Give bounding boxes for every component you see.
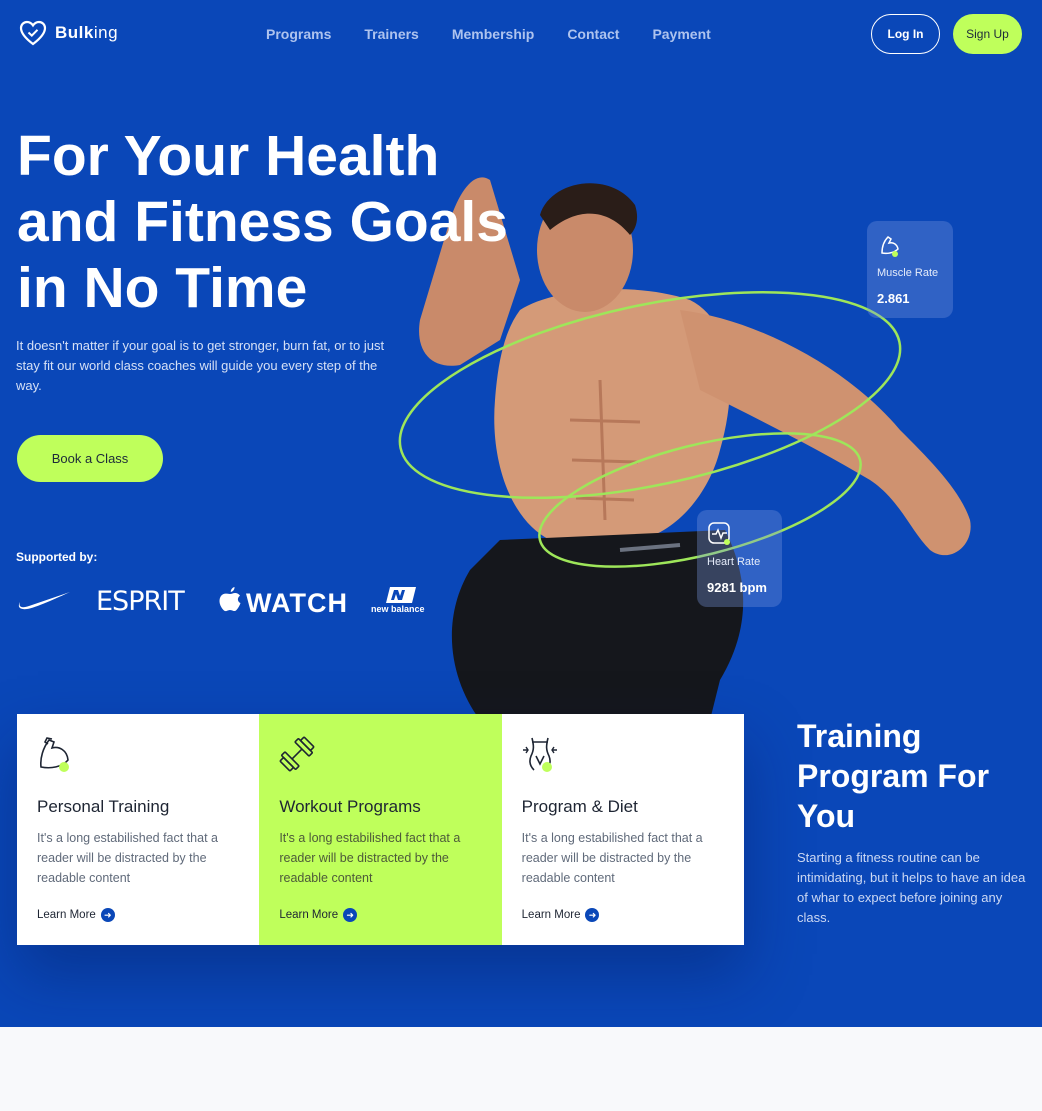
supported-by-label: Supported by:: [16, 550, 98, 564]
card-description: It's a long estabilished fact that a rea…: [521, 831, 703, 885]
nav-membership[interactable]: Membership: [452, 26, 534, 42]
card-title: Personal Training: [37, 797, 170, 816]
card-description: It's a long estabilished fact that a rea…: [37, 831, 218, 885]
main-nav: Programs Trainers Membership Contact Pay…: [266, 26, 744, 42]
book-class-button[interactable]: Book a Class: [17, 435, 163, 482]
apple-logo-icon: [219, 587, 241, 612]
nav-contact[interactable]: Contact: [567, 26, 619, 42]
nav-trainers[interactable]: Trainers: [364, 26, 418, 42]
nav-programs[interactable]: Programs: [266, 26, 331, 42]
training-program-title: Training Program For You: [797, 718, 990, 834]
muscle-rate-value: 2.861: [877, 291, 910, 306]
heart-rate-label: Heart Rate: [707, 556, 761, 568]
waist-icon: [522, 737, 557, 772]
logo-text: Bulking: [55, 23, 119, 42]
muscle-rate-card: Muscle Rate 2.861: [867, 221, 953, 318]
arrow-right-icon: ➜: [343, 908, 358, 922]
login-button[interactable]: Log In: [871, 14, 940, 54]
heart-rate-card: Heart Rate 9281 bpm: [697, 510, 782, 607]
learn-more-link[interactable]: Learn More ➜: [522, 908, 600, 922]
learn-more-link[interactable]: Learn More ➜: [279, 908, 358, 922]
apple-watch-logo: WATCH: [246, 588, 348, 618]
next-section: [0, 1027, 1042, 1111]
nav-payment[interactable]: Payment: [652, 26, 710, 42]
logo[interactable]: Bulking: [19, 20, 118, 46]
hero-subtext: It doesn't matter if your goal is to get…: [16, 338, 385, 393]
signup-button[interactable]: Sign Up: [953, 14, 1022, 54]
card-title: Workout Programs: [279, 797, 421, 816]
arrow-right-icon: ➜: [100, 908, 115, 922]
hero-headline: For Your Health and Fitness Goals in No …: [17, 124, 508, 320]
card-title: Program & Diet: [521, 797, 638, 816]
card-program-diet[interactable]: Program & Diet It's a long estabilished …: [501, 714, 744, 945]
heart-logo-icon: [19, 20, 47, 46]
esprit-logo: ESPRIT: [96, 586, 185, 617]
service-cards: Personal Training It's a long estabilish…: [17, 714, 744, 945]
muscle-rate-label: Muscle Rate: [877, 267, 939, 279]
muscle-icon: [881, 236, 899, 257]
card-workout-programs[interactable]: Workout Programs It's a long estabilishe…: [259, 714, 502, 945]
heart-rate-value: 9281 bpm: [707, 580, 767, 595]
arrow-right-icon: ➜: [585, 908, 600, 922]
card-description: It's a long estabilished fact that a rea…: [279, 831, 461, 885]
heart-monitor-icon: [708, 522, 730, 545]
muscle-arm-icon: [40, 737, 69, 772]
nike-logo-icon: [18, 592, 71, 610]
card-personal-training[interactable]: Personal Training It's a long estabilish…: [17, 714, 260, 945]
hero-section: Bulking Programs Trainers Membership Con…: [0, 0, 1042, 1027]
learn-more-link[interactable]: Learn More ➜: [37, 908, 115, 922]
dumbbell-icon: [279, 736, 315, 772]
training-program-text: Starting a fitness routine can be intimi…: [797, 850, 1026, 925]
